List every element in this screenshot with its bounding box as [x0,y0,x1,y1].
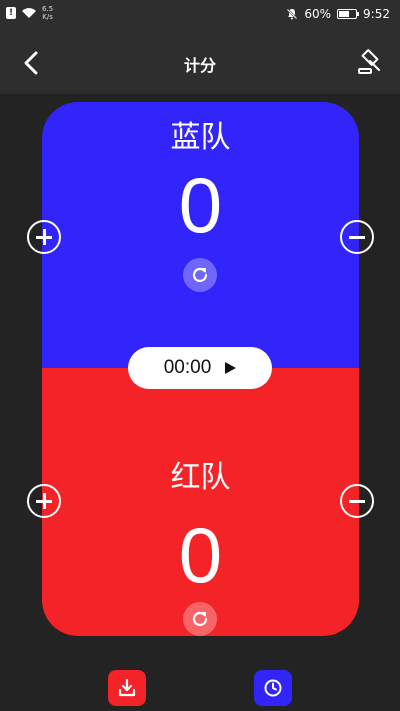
network-speed-unit: K/s [42,13,53,21]
plus-icon [35,228,53,246]
download-icon [118,678,136,697]
referee-button[interactable] [354,46,386,78]
red-add-button[interactable] [27,484,61,518]
red-reset-button[interactable] [183,602,217,636]
red-team-score: 0 [178,511,223,599]
blue-reset-button[interactable] [183,258,217,292]
save-button[interactable] [108,670,146,706]
refresh-icon [192,611,208,627]
minus-icon [348,492,366,510]
play-icon[interactable] [225,362,237,374]
battery-icon [337,9,360,19]
red-subtract-button[interactable] [340,484,374,518]
gavel-icon [358,49,380,74]
plus-icon [35,492,53,510]
battery-level-fill [339,11,349,17]
blue-subtract-button[interactable] [340,220,374,254]
network-speed: 6.5 K/s [42,5,53,21]
status-left: ! 6.5 K/s [6,5,53,21]
app-bar: 计分 [0,30,400,94]
red-team-name: 红队 [170,460,231,495]
timer-display: 00:00 [163,357,212,378]
notification-alert-icon: ! [6,7,16,19]
blue-add-button[interactable] [27,220,61,254]
clock-icon [264,679,282,697]
blue-team-name: 蓝队 [170,120,231,155]
bell-muted-icon [286,8,299,20]
refresh-icon [192,267,208,283]
wifi-icon [22,7,36,18]
status-bar: ! 6.5 K/s 60% 9:52 [0,0,400,30]
red-team-panel[interactable]: 红队 0 [42,368,359,636]
page-title: 计分 [183,56,216,75]
blue-team-score: 0 [178,161,223,249]
history-button[interactable] [254,670,292,706]
match-timer[interactable]: 00:00 [128,347,272,389]
battery-percent: 60% [304,7,332,21]
minus-icon [348,228,366,246]
blue-team-panel[interactable]: 蓝队 0 [42,102,359,368]
status-right: 60% 9:52 [286,7,390,21]
network-speed-value: 6.5 [42,5,54,13]
alert-glyph: ! [8,8,14,18]
clock-time: 9:52 [363,7,390,21]
